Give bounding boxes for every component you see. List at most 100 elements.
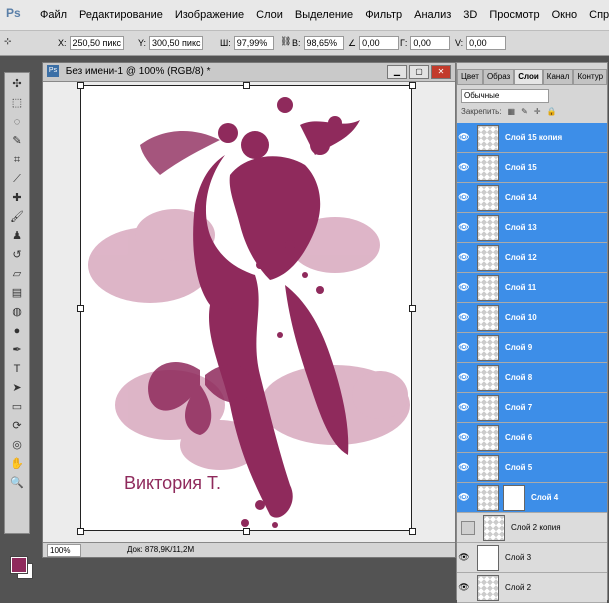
lasso-tool-icon[interactable]: ◌ — [9, 114, 25, 130]
eye-icon[interactable]: 👁 — [457, 492, 471, 503]
maximize-button[interactable]: ▢ — [409, 65, 429, 79]
layer-row[interactable]: 👁 Слой 9 — [457, 333, 607, 363]
stamp-tool-icon[interactable]: ♟ — [9, 228, 25, 244]
layer-row[interactable]: 👁 Слой 6 — [457, 423, 607, 453]
menu-analysis[interactable]: Анализ — [414, 9, 451, 21]
minimize-button[interactable]: ▁ — [387, 65, 407, 79]
menu-edit[interactable]: Редактирование — [79, 9, 163, 21]
transform-handle-middle-right[interactable] — [409, 305, 416, 312]
blend-mode-select[interactable]: Обычные — [461, 89, 549, 103]
healing-tool-icon[interactable]: ✚ — [9, 190, 25, 206]
history-brush-tool-icon[interactable]: ↺ — [9, 247, 25, 263]
crop-tool-icon[interactable]: ⌗ — [9, 152, 25, 168]
layer-row[interactable]: 👁 Слой 5 — [457, 453, 607, 483]
layer-row[interactable]: 👁 Слой 2 — [457, 573, 607, 603]
layer-row[interactable]: 👁 Слой 8 — [457, 363, 607, 393]
menu-image[interactable]: Изображение — [175, 9, 244, 21]
zoom-field[interactable]: 100% — [47, 544, 81, 557]
menu-select[interactable]: Выделение — [295, 9, 353, 21]
eye-icon[interactable]: 👁 — [457, 162, 471, 173]
lock-pixels-icon[interactable]: ✎ — [521, 107, 528, 116]
layer-row[interactable]: 👁 Слой 7 — [457, 393, 607, 423]
layer-row[interactable]: 👁 Слой 10 — [457, 303, 607, 333]
hand-tool-icon[interactable]: ✋ — [9, 456, 25, 472]
shape-tool-icon[interactable]: ▭ — [9, 399, 25, 415]
eye-icon[interactable]: 👁 — [457, 372, 471, 383]
layer-thumbnail — [477, 244, 499, 271]
menu-window[interactable]: Окно — [552, 9, 578, 21]
menu-3d[interactable]: 3D — [463, 9, 477, 21]
menu-help[interactable]: Справка — [589, 9, 609, 21]
transform-handle-bottom-left[interactable] — [77, 528, 84, 535]
tab-layers[interactable]: Слои — [514, 69, 543, 85]
eye-icon[interactable]: 👁 — [457, 582, 471, 593]
eyedropper-tool-icon[interactable]: ⟋ — [9, 171, 25, 187]
layer-row[interactable]: 👁 Слой 4 — [457, 483, 607, 513]
transform-handle-middle-left[interactable] — [77, 305, 84, 312]
transform-handle-bottom-center[interactable] — [243, 528, 250, 535]
menu-view[interactable]: Просмотр — [489, 9, 539, 21]
lock-position-icon[interactable]: ✛ — [534, 107, 541, 116]
gradient-tool-icon[interactable]: ▤ — [9, 285, 25, 301]
eye-icon[interactable]: 👁 — [457, 222, 471, 233]
transform-handle-top-center[interactable] — [243, 82, 250, 89]
x-field[interactable]: 250,50 пикс — [69, 36, 124, 50]
h-field[interactable]: 98,65% — [303, 36, 344, 50]
marquee-tool-icon[interactable]: ⬚ — [9, 95, 25, 111]
lock-all-icon[interactable]: 🔒 — [547, 107, 557, 116]
eye-icon[interactable]: 👁 — [457, 342, 471, 353]
transform-handle-bottom-right[interactable] — [409, 528, 416, 535]
tab-swatches[interactable]: Образ — [482, 69, 515, 85]
eye-icon[interactable]: 👁 — [457, 282, 471, 293]
eye-icon[interactable]: 👁 — [457, 312, 471, 323]
hidden-eye-icon[interactable] — [461, 520, 475, 535]
eye-icon[interactable]: 👁 — [457, 252, 471, 263]
angle-field[interactable]: 0,00 — [359, 36, 400, 50]
lock-transparent-icon[interactable]: ▦ — [508, 107, 516, 116]
tab-channels[interactable]: Канал — [542, 69, 574, 85]
y-field[interactable]: 300,50 пикс — [149, 36, 204, 50]
eye-icon[interactable]: 👁 — [457, 192, 471, 203]
pen-tool-icon[interactable]: ✒ — [9, 342, 25, 358]
layer-row[interactable]: 👁 Слой 13 — [457, 213, 607, 243]
transform-bounding-box[interactable] — [80, 85, 412, 531]
transform-handle-top-right[interactable] — [409, 82, 416, 89]
w-field[interactable]: 97,99% — [233, 36, 274, 50]
layer-row[interactable]: 👁 Слой 3 — [457, 543, 607, 573]
h-skew-field[interactable]: 0,00 — [410, 36, 451, 50]
dodge-tool-icon[interactable]: ● — [9, 323, 25, 339]
layer-row[interactable]: 👁 Слой 15 — [457, 153, 607, 183]
menu-filter[interactable]: Фильтр — [365, 9, 402, 21]
v-skew-field[interactable]: 0,00 — [466, 36, 507, 50]
eye-icon[interactable]: 👁 — [457, 432, 471, 443]
tab-color[interactable]: Цвет — [457, 69, 483, 85]
layer-row[interactable]: 👁 Слой 12 — [457, 243, 607, 273]
menu-file[interactable]: Файл — [40, 9, 67, 21]
eye-icon[interactable]: 👁 — [457, 462, 471, 473]
path-select-tool-icon[interactable]: ➤ — [9, 380, 25, 396]
layer-row[interactable]: Слой 2 копия — [457, 513, 607, 543]
blur-tool-icon[interactable]: ◍ — [9, 304, 25, 320]
brush-tool-icon[interactable]: 🖌 — [9, 209, 25, 225]
3d-rotate-tool-icon[interactable]: ⟳ — [9, 418, 25, 434]
zoom-tool-icon[interactable]: 🔍 — [9, 475, 25, 491]
eye-icon[interactable]: 👁 — [457, 132, 471, 143]
layer-row[interactable]: 👁 Слой 14 — [457, 183, 607, 213]
canvas[interactable]: Виктория Т. — [77, 82, 416, 535]
3d-orbit-tool-icon[interactable]: ◎ — [9, 437, 25, 453]
transform-handle-top-left[interactable] — [77, 82, 84, 89]
quick-select-tool-icon[interactable]: ✎ — [9, 133, 25, 149]
move-tool-icon[interactable]: ✣ — [9, 76, 25, 92]
layer-row[interactable]: 👁 Слой 11 — [457, 273, 607, 303]
link-icon[interactable]: ⛓ — [280, 36, 291, 47]
type-tool-icon[interactable]: T — [9, 361, 25, 377]
transform-tool-icon[interactable]: ⊹ — [4, 36, 16, 48]
tab-paths[interactable]: Контур — [573, 69, 608, 85]
foreground-color-swatch[interactable] — [10, 556, 28, 574]
close-button[interactable]: ✕ — [431, 65, 451, 79]
layer-row[interactable]: 👁 Слой 15 копия — [457, 123, 607, 153]
eye-icon[interactable]: 👁 — [457, 552, 471, 563]
eraser-tool-icon[interactable]: ▱ — [9, 266, 25, 282]
eye-icon[interactable]: 👁 — [457, 402, 471, 413]
menu-layers[interactable]: Слои — [256, 9, 283, 21]
